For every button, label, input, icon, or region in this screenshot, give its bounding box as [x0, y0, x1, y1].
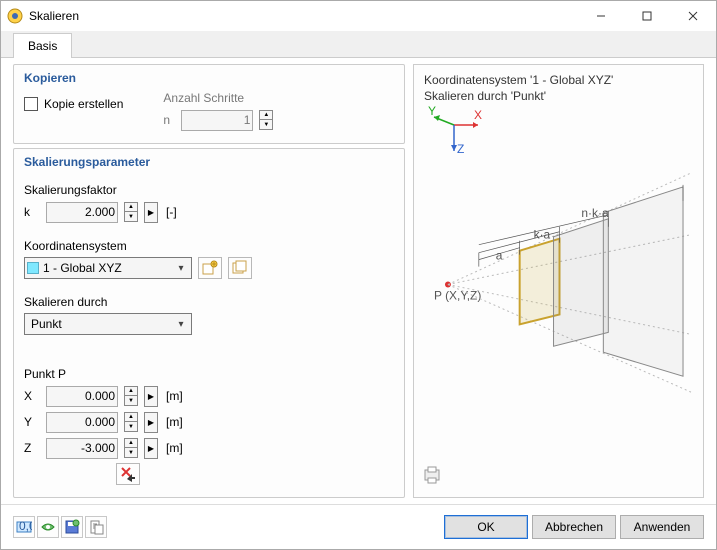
- coordsys-label: Koordinatensystem: [24, 239, 394, 253]
- z-step-button[interactable]: ▶: [144, 438, 158, 459]
- svg-text:k·a: k·a: [534, 228, 551, 242]
- coordsys-library-button[interactable]: [228, 257, 252, 279]
- z-field[interactable]: -3.000: [46, 438, 118, 459]
- scale-dialog: Skalieren Basis Kopieren Kopie erstellen: [0, 0, 717, 550]
- k-field[interactable]: 2.000: [46, 202, 118, 223]
- pick-point-button[interactable]: [116, 463, 140, 485]
- apply-to-model-button[interactable]: [37, 516, 59, 538]
- coordsys-combo[interactable]: 1 - Global XYZ ▾: [24, 257, 192, 279]
- cancel-button[interactable]: Abbrechen: [532, 515, 616, 539]
- svg-text:a: a: [496, 249, 503, 263]
- z-spinner[interactable]: ▲▼: [124, 438, 138, 458]
- scaleby-label: Skalieren durch: [24, 295, 394, 309]
- new-coordsys-button[interactable]: [198, 257, 222, 279]
- scaleby-combo[interactable]: Punkt ▾: [24, 313, 192, 335]
- n-field[interactable]: 1: [181, 110, 253, 131]
- left-column: Kopieren Kopie erstellen Anzahl Schritte…: [13, 64, 405, 498]
- axes-icon: X Y Z: [424, 105, 484, 165]
- tab-basis[interactable]: Basis: [13, 33, 72, 58]
- chevron-down-icon: ▾: [173, 319, 189, 330]
- svg-text:Y: Y: [428, 105, 436, 118]
- x-step-button[interactable]: ▶: [144, 386, 158, 407]
- svg-text:X: X: [474, 108, 482, 122]
- n-label: n: [163, 113, 175, 127]
- save-button[interactable]: [61, 516, 83, 538]
- preview-title: Koordinatensystem '1 - Global XYZ' Skali…: [424, 73, 693, 104]
- group-copy: Kopieren Kopie erstellen Anzahl Schritte…: [13, 64, 405, 144]
- group-copy-legend: Kopieren: [14, 65, 404, 87]
- svg-text:0,00: 0,00: [19, 519, 32, 533]
- dialog-body: Kopieren Kopie erstellen Anzahl Schritte…: [1, 58, 716, 504]
- svg-text:P (X,Y,Z): P (X,Y,Z): [434, 289, 481, 303]
- k-spinner[interactable]: ▲▼: [124, 202, 138, 222]
- scaling-diagram: P (X,Y,Z): [434, 165, 693, 394]
- app-icon: [7, 8, 23, 24]
- footer: 0,00 OK Abbrechen Anwenden: [1, 504, 716, 549]
- k-unit: [-]: [166, 205, 177, 219]
- y-field[interactable]: 0.000: [46, 412, 118, 433]
- x-spinner[interactable]: ▲▼: [124, 386, 138, 406]
- minimize-button[interactable]: [578, 1, 624, 31]
- print-preview-button[interactable]: [422, 464, 444, 489]
- scalefactor-label: Skalierungsfaktor: [24, 183, 394, 197]
- group-scaling-params: Skalierungsparameter Skalierungsfaktor k…: [13, 148, 405, 498]
- ok-button[interactable]: OK: [444, 515, 528, 539]
- x-unit: [m]: [166, 389, 183, 403]
- y-label: Y: [24, 415, 40, 429]
- group-scaling-legend: Skalierungsparameter: [14, 149, 404, 171]
- z-label: Z: [24, 441, 40, 455]
- x-field[interactable]: 0.000: [46, 386, 118, 407]
- titlebar: Skalieren: [1, 1, 716, 31]
- z-unit: [m]: [166, 441, 183, 455]
- report-button[interactable]: [85, 516, 107, 538]
- x-label: X: [24, 389, 40, 403]
- y-spinner[interactable]: ▲▼: [124, 412, 138, 432]
- y-step-button[interactable]: ▶: [144, 412, 158, 433]
- chevron-down-icon: ▾: [173, 263, 189, 274]
- maximize-button[interactable]: [624, 1, 670, 31]
- n-spinner[interactable]: ▲▼: [259, 110, 273, 130]
- window-title: Skalieren: [29, 9, 578, 23]
- steps-label: Anzahl Schritte: [163, 91, 273, 105]
- k-label: k: [24, 205, 40, 219]
- tabstrip: Basis: [1, 31, 716, 58]
- svg-text:n·k·a: n·k·a: [581, 206, 609, 220]
- y-unit: [m]: [166, 415, 183, 429]
- preview-panel: Koordinatensystem '1 - Global XYZ' Skali…: [413, 64, 704, 498]
- create-copy-checkbox[interactable]: [24, 97, 38, 111]
- create-copy-label: Kopie erstellen: [44, 97, 123, 111]
- units-button[interactable]: 0,00: [13, 516, 35, 538]
- coordsys-swatch-icon: [27, 262, 39, 274]
- close-button[interactable]: [670, 1, 716, 31]
- apply-button[interactable]: Anwenden: [620, 515, 704, 539]
- k-step-button[interactable]: ▶: [144, 202, 158, 223]
- svg-text:Z: Z: [457, 142, 464, 156]
- pointP-label: Punkt P: [24, 367, 394, 381]
